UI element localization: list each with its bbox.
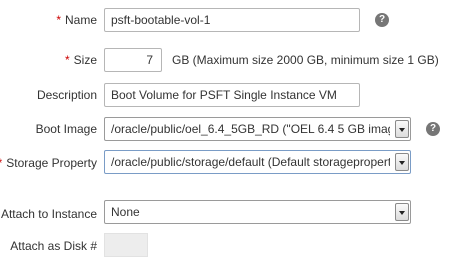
attach-to-instance-label: Attach to Instance bbox=[1, 206, 97, 222]
attach-to-instance-select[interactable]: None bbox=[104, 200, 411, 224]
boot-image-label-text: Boot Image bbox=[35, 122, 97, 136]
name-label-text: Name bbox=[64, 13, 97, 27]
boot-image-value: /oracle/public/oel_6.4_5GB_RD ("OEL 6.4 … bbox=[111, 122, 390, 136]
attach-to-instance-value: None bbox=[111, 205, 140, 219]
storage-property-select[interactable]: /oracle/public/storage/default (Default … bbox=[104, 150, 411, 174]
size-label: * Size bbox=[65, 52, 97, 68]
description-label: Description bbox=[37, 87, 97, 103]
storage-property-label-text: Storage Property bbox=[6, 156, 97, 170]
storage-property-label: * Storage Property bbox=[0, 155, 97, 171]
boot-image-label: Boot Image bbox=[36, 121, 97, 137]
chevron-down-icon[interactable] bbox=[395, 120, 409, 138]
name-input[interactable] bbox=[104, 8, 360, 32]
help-icon[interactable]: ? bbox=[375, 13, 389, 27]
size-label-text: Size bbox=[73, 53, 97, 67]
size-hint: GB (Maximum size 2000 GB, minimum size 1… bbox=[172, 53, 439, 67]
required-indicator: * bbox=[64, 53, 70, 67]
required-indicator: * bbox=[0, 156, 2, 170]
chevron-down-icon[interactable] bbox=[395, 203, 409, 221]
name-label: * Name bbox=[56, 12, 97, 28]
required-indicator: * bbox=[56, 13, 61, 27]
boot-image-select[interactable]: /oracle/public/oel_6.4_5GB_RD ("OEL 6.4 … bbox=[104, 117, 411, 141]
size-input[interactable] bbox=[104, 48, 162, 72]
attach-as-disk-label-text: Attach as Disk # bbox=[10, 239, 97, 253]
attach-as-disk-input bbox=[104, 233, 148, 257]
attach-to-instance-label-text: Attach to Instance bbox=[0, 207, 97, 221]
help-icon[interactable]: ? bbox=[426, 122, 440, 136]
description-label-text: Description bbox=[36, 88, 97, 102]
chevron-down-icon[interactable] bbox=[395, 153, 409, 171]
description-input[interactable] bbox=[104, 83, 360, 107]
attach-as-disk-label: Attach as Disk # bbox=[10, 238, 97, 254]
storage-property-value: /oracle/public/storage/default (Default … bbox=[111, 155, 390, 169]
